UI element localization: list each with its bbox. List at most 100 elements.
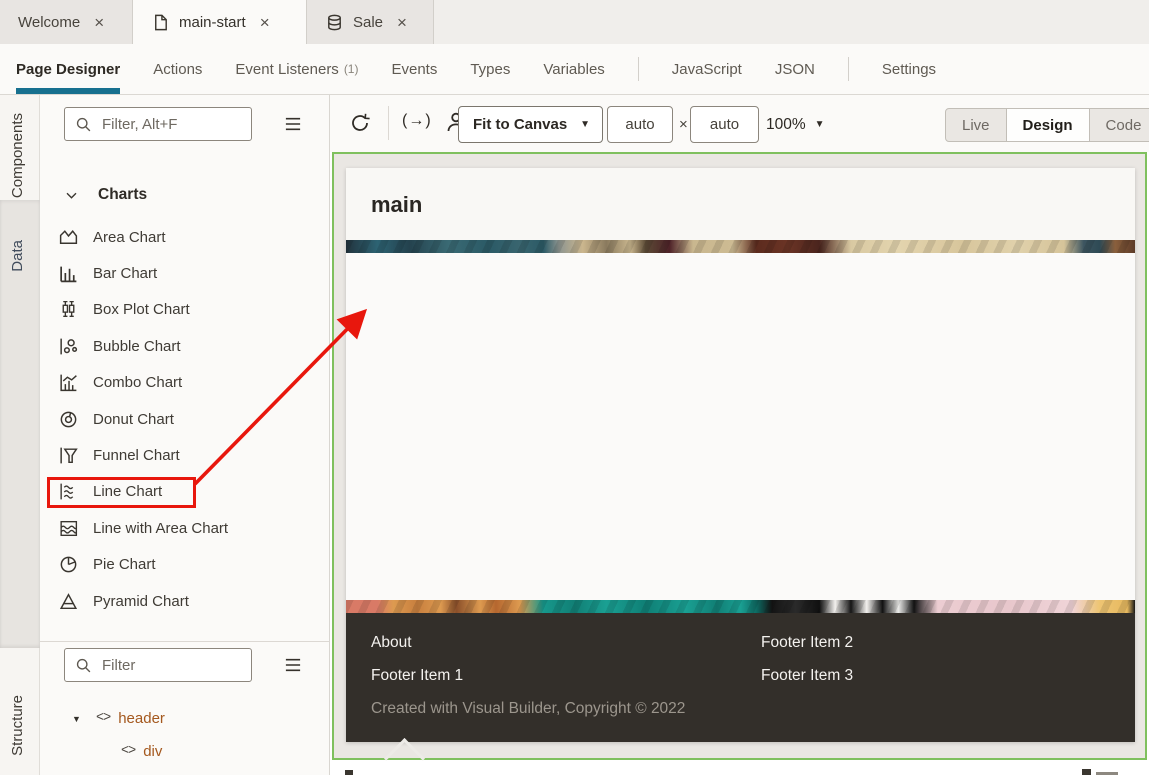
canvas-toolbar: (→) Fit to Canvas ▼ × 100% ▼ Live Design…: [330, 95, 1149, 152]
component-item[interactable]: Area Chart: [40, 219, 329, 255]
page-tab[interactable]: Events: [391, 44, 437, 94]
page-tab[interactable]: Actions: [153, 44, 202, 94]
page-tab[interactable]: Variables: [543, 44, 604, 94]
rail-tab-components[interactable]: Components: [9, 113, 26, 198]
component-item-label: Line Chart: [93, 483, 163, 501]
header-decorative-strip[interactable]: [346, 240, 1135, 253]
page-tab[interactable]: [638, 44, 639, 94]
goto-arrow-icon[interactable]: (→): [402, 112, 432, 130]
clipped-component-label: <ul>: [94, 145, 123, 146]
component-item[interactable]: Funnel Chart: [40, 437, 329, 473]
page-tab-label: Types: [470, 60, 511, 78]
component-item[interactable]: Bubble Chart: [40, 328, 329, 364]
window-tab-label: Sale: [353, 13, 384, 31]
page-tab[interactable]: Types: [470, 44, 510, 94]
canvas-width-input[interactable]: [607, 106, 673, 143]
component-chart-icon: [58, 481, 79, 502]
component-item[interactable]: Bar Chart: [40, 255, 329, 291]
component-item-label: Funnel Chart: [93, 447, 180, 465]
canvas-area: main About Footer Item 1 Footer Item 2 F…: [330, 152, 1149, 779]
component-item[interactable]: Combo Chart: [40, 365, 329, 401]
design-canvas[interactable]: main About Footer Item 1 Footer Item 2 F…: [332, 152, 1147, 760]
tree-node-tag: header: [118, 710, 165, 727]
component-chart-icon: [58, 445, 79, 466]
page-title[interactable]: main: [371, 192, 422, 218]
tree-node-tag: div: [143, 743, 163, 760]
rail-tab-data[interactable]: Data: [0, 200, 40, 648]
mode-button-label: Design: [1022, 116, 1073, 134]
charts-section-header[interactable]: Charts: [64, 186, 147, 204]
component-chart-icon: [58, 299, 79, 320]
close-icon[interactable]: ×: [94, 14, 104, 31]
component-item-label: Box Plot Chart: [93, 301, 190, 319]
structure-tree-node[interactable]: <> div: [40, 735, 330, 768]
page-tab[interactable]: [848, 44, 849, 94]
page-tab[interactable]: Event Listeners (1): [235, 44, 358, 94]
window-tab-label: main-start: [179, 13, 246, 31]
page-tab-label: Event Listeners: [235, 60, 339, 78]
structure-panel: ▼ <> header <> div: [40, 641, 330, 775]
components-filter-box: [64, 107, 252, 141]
footer-link[interactable]: About: [371, 634, 761, 653]
component-item[interactable]: Line Chart: [40, 474, 329, 510]
page-tab[interactable]: Settings: [882, 44, 936, 94]
component-chart-icon: [58, 372, 79, 393]
footer-copyright[interactable]: Created with Visual Builder, Copyright ©…: [371, 700, 1110, 718]
page-footer-section[interactable]: About Footer Item 1 Footer Item 2 Footer…: [346, 613, 1135, 742]
fit-to-canvas-value: Fit to Canvas: [473, 116, 568, 133]
page-surface[interactable]: main About Footer Item 1 Footer Item 2 F…: [346, 168, 1135, 742]
component-chart-icon: [58, 263, 79, 284]
page-tab[interactable]: Page Designer: [16, 44, 121, 94]
component-item[interactable]: Pie Chart: [40, 547, 329, 583]
structure-menu-icon[interactable]: [284, 657, 302, 673]
component-item-label: Line with Area Chart: [93, 519, 229, 537]
mode-button[interactable]: Design: [1006, 108, 1090, 142]
page-tab-label: JavaScript: [671, 60, 742, 78]
page-tab[interactable]: JavaScript: [672, 44, 742, 94]
mode-button[interactable]: Live: [945, 108, 1007, 142]
page-tab-label: Variables: [543, 60, 605, 78]
chevron-down-icon: [64, 188, 79, 203]
footer-decorative-strip[interactable]: [346, 600, 1135, 613]
footer-link[interactable]: Footer Item 1: [371, 667, 761, 686]
expander-icon[interactable]: ▼: [72, 714, 84, 724]
window-tab-icon: [151, 13, 170, 32]
component-item[interactable]: Pyramid Chart: [40, 583, 329, 619]
page-tab[interactable]: JSON: [775, 44, 815, 94]
component-item-label: Bubble Chart: [93, 337, 181, 355]
component-item[interactable]: Donut Chart: [40, 401, 329, 437]
window-tab-icon: [325, 13, 344, 32]
refresh-icon[interactable]: [348, 111, 372, 135]
close-icon[interactable]: ×: [397, 14, 407, 31]
cutoff-artifact: [1082, 769, 1091, 775]
charts-section-label: Charts: [98, 186, 148, 203]
footer-link[interactable]: Footer Item 2: [761, 634, 1110, 653]
page-tab-row: Page Designer Actions Event Listeners (1…: [0, 44, 1149, 95]
page-tab-label: JSON: [774, 60, 815, 78]
fit-to-canvas-select[interactable]: Fit to Canvas ▼: [458, 106, 603, 143]
zoom-level-select[interactable]: 100% ▼: [766, 106, 840, 143]
mode-button[interactable]: Code: [1089, 108, 1149, 142]
component-chart-icon: [58, 227, 79, 248]
window-tab[interactable]: Welcome ×: [0, 0, 133, 44]
close-icon[interactable]: ×: [260, 14, 270, 31]
canvas-height-input[interactable]: [690, 106, 759, 143]
component-chart-icon: [58, 518, 79, 539]
page-header-section[interactable]: main: [346, 168, 1135, 240]
page-tab-label: Events: [391, 60, 438, 78]
component-item[interactable]: Box Plot Chart: [40, 292, 329, 328]
clipped-component-row[interactable]: <> <ul>: [64, 145, 304, 162]
structure-tree-node[interactable]: ▼ <> header: [40, 702, 330, 735]
component-item-label: Combo Chart: [93, 374, 183, 392]
components-filter-input[interactable]: [100, 114, 244, 134]
footer-link[interactable]: Footer Item 3: [761, 667, 1110, 686]
components-menu-icon[interactable]: [284, 116, 302, 132]
window-tab[interactable]: Sale ×: [307, 0, 434, 44]
components-panel: <> <ul> Charts Area Chart Bar Chart Box …: [40, 95, 330, 641]
page-content-section[interactable]: [346, 253, 1135, 600]
structure-filter-input[interactable]: [100, 655, 244, 675]
component-item[interactable]: Line with Area Chart: [40, 510, 329, 546]
window-tab[interactable]: main-start ×: [133, 0, 307, 44]
rail-tab-structure[interactable]: Structure: [9, 695, 26, 756]
component-chart-icon: [58, 409, 79, 430]
